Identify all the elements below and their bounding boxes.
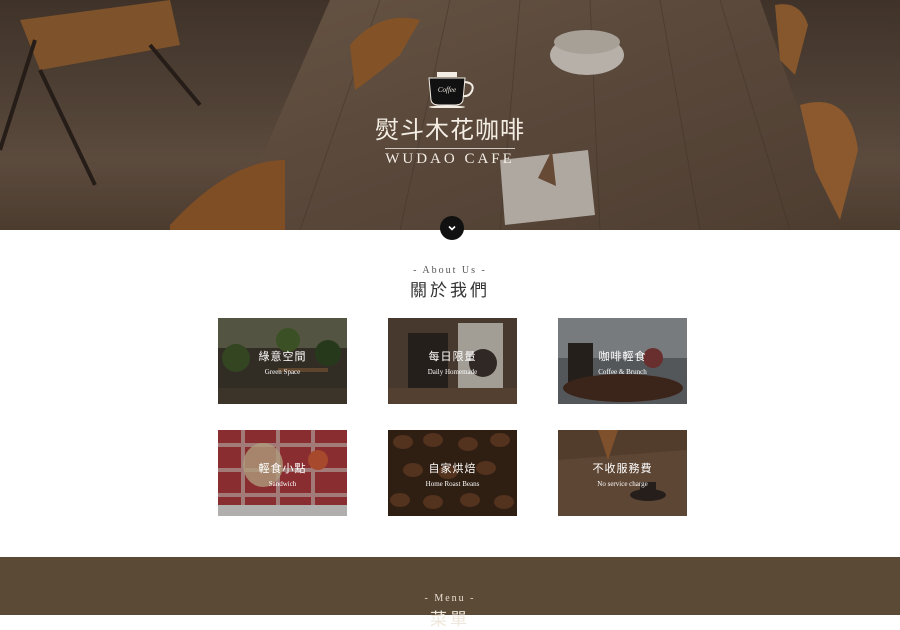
brand-name-chinese: 熨斗木花咖啡 [375,116,525,144]
feature-card-daily-homemade[interactable]: 每日限量 Daily Homemade [388,318,517,404]
feature-card-coffee-brunch[interactable]: 咖啡輕食 Coffee & Brunch [558,318,687,404]
feature-card-home-roast-beans[interactable]: 自家烘焙 Home Roast Beans [388,430,517,516]
brand-logo: Coffee 熨斗木花咖啡 WUDAO CAFE [0,70,900,168]
card-subtitle: Sandwich [268,480,297,488]
logo-lettering: Coffee [438,86,456,94]
menu-eyebrow: - Menu - [424,593,476,604]
card-title: 每日限量 [428,350,477,363]
feature-card-no-service-charge[interactable]: 不收服務費 No service charge [558,430,687,516]
card-subtitle: Daily Homemade [427,368,478,376]
card-subtitle: Coffee & Brunch [598,368,647,376]
card-title: 綠意空間 [258,350,307,363]
about-eyebrow: - About Us - [413,265,487,276]
about-title: 關於我們 [410,281,490,301]
card-title: 自家烘焙 [428,462,477,475]
hero-banner: Coffee 熨斗木花咖啡 WUDAO CAFE [0,0,900,230]
feature-card-green-space[interactable]: 綠意空間 Green Space [218,318,347,404]
card-subtitle: Green Space [264,368,301,376]
brand-name-english: WUDAO CAFE [385,148,515,168]
chevron-down-icon [448,225,456,231]
coffee-cup-logo-icon: Coffee [428,72,474,108]
card-title: 不收服務費 [592,462,653,475]
card-subtitle: Home Roast Beans [425,480,480,488]
about-section: - About Us - 關於我們 綠意空間 Green Space 每日限量 … [0,230,900,558]
feature-card-sandwich[interactable]: 輕食小點 Sandwich [218,430,347,516]
card-subtitle: No service charge [597,480,648,488]
menu-title: 菜單 [430,610,470,630]
menu-section: - Menu - 菜單 [0,557,900,630]
scroll-down-button[interactable] [440,216,464,240]
card-title: 咖啡輕食 [598,350,647,363]
card-title: 輕食小點 [258,462,307,475]
